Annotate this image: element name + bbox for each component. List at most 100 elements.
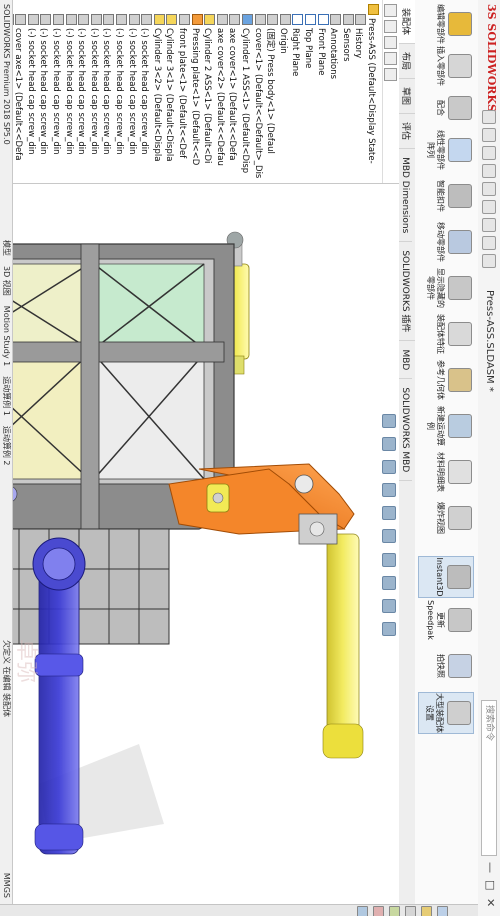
tree-item[interactable]: Annotations <box>328 14 342 79</box>
ribbon-button-edit-component[interactable]: 编辑零部件 <box>420 4 474 44</box>
ribbon-button-speedpak[interactable]: 更新Speedpak <box>420 600 474 640</box>
ribbon-button-snapshot[interactable]: 拍快照 <box>420 646 474 686</box>
tree-item[interactable]: (-) socket head cap screw_din <box>38 14 52 154</box>
cylinder-3-yellow[interactable] <box>298 513 364 759</box>
cm-tab[interactable]: 评估 <box>398 114 415 150</box>
tree-item[interactable]: Sensors <box>341 14 354 62</box>
display-manager-tab-icon[interactable] <box>384 68 397 81</box>
speedpak-icon <box>448 608 472 632</box>
home-icon[interactable] <box>482 110 496 124</box>
feature-tree-tab-icon[interactable] <box>384 4 397 17</box>
command-manager-ribbon: 编辑零部件 插入零部件 配合 线性零部件阵列 智能扣件移动零部件显示隐藏的零部件 装配体特… <box>414 0 478 916</box>
press-assembly-model[interactable]: 卓弥 <box>0 184 399 904</box>
cm-tab[interactable]: 布局 <box>398 44 415 80</box>
tree-item[interactable]: Top Plane <box>303 14 316 68</box>
maximize-button[interactable]: □ <box>484 880 497 890</box>
rebuild-icon[interactable] <box>482 236 496 250</box>
tree-item[interactable]: axe cover<2> (Default<<Defau <box>215 14 228 166</box>
custom-properties-icon[interactable] <box>357 906 368 916</box>
tree-item[interactable]: Right Plane <box>290 14 304 77</box>
dimxpert-tab-icon[interactable] <box>384 52 397 65</box>
tree-item[interactable]: (-) socket head cap screw_din <box>101 14 115 154</box>
tree-item[interactable]: front plate<1> (Default<<Def <box>177 14 190 158</box>
cm-tab[interactable]: 装配体 <box>398 0 415 45</box>
tree-item[interactable]: (-) socket head cap screw_din <box>64 14 77 154</box>
model-view-tab[interactable]: 运动算例 2 <box>2 426 11 466</box>
watermark-text: 卓弥 <box>13 639 38 683</box>
ribbon-button-exploded-view[interactable]: 爆炸视图 <box>420 498 474 538</box>
tree-item[interactable]: Press-ASS (Default<Display State- <box>366 4 379 164</box>
configuration-tab-icon[interactable] <box>384 36 397 49</box>
tree-item[interactable]: Origin <box>278 14 291 54</box>
ribbon-button-new-motion-study[interactable]: 新建运动算例 <box>420 406 474 446</box>
close-button[interactable]: ✕ <box>484 898 497 907</box>
ribbon-button-mate[interactable]: 配合 <box>420 88 474 128</box>
appearances-icon[interactable] <box>373 906 384 916</box>
tree-item[interactable]: (-) socket head cap screw_din <box>114 14 127 154</box>
tree-item[interactable]: Front Plane <box>316 14 329 76</box>
tree-item-label: (-) socket head cap screw_din <box>139 28 150 155</box>
cylinder-3-small-yellow[interactable] <box>206 483 230 513</box>
save-icon[interactable] <box>482 164 496 178</box>
tree-item[interactable]: cover<1> (Default<<Default>_Dis <box>253 14 266 178</box>
status-units[interactable]: MMGS <box>0 873 12 898</box>
cm-tab[interactable]: MBD <box>398 341 412 380</box>
file-explorer-icon[interactable] <box>405 906 416 916</box>
ribbon-button-label: 大型装配体设置 <box>425 693 444 733</box>
ribbon-button-smart-fasteners[interactable]: 智能扣件 <box>420 176 474 216</box>
search-commands-input[interactable]: 搜索命令 <box>481 700 497 856</box>
print-icon[interactable] <box>482 182 496 196</box>
press-base-grid[interactable] <box>0 528 170 645</box>
cylinder-1-blue[interactable] <box>32 537 86 855</box>
tree-item-label: (固定) Press body<1> (Defaul <box>265 28 276 154</box>
open-file-icon[interactable] <box>482 146 496 160</box>
ribbon-button-linear-pattern[interactable]: 线性零部件阵列 <box>420 130 474 170</box>
tree-item[interactable]: Pressing plate<1> (Default<<D <box>190 14 203 165</box>
ribbon-button-large-assembly[interactable]: 大型装配体设置 <box>418 692 474 734</box>
cm-tab[interactable]: MBD Dimensions <box>398 149 412 243</box>
view-palette-icon[interactable] <box>389 906 400 916</box>
tree-item-label: Right Plane <box>290 28 301 77</box>
solidworks-resources-icon[interactable] <box>437 906 448 916</box>
ribbon-button-instant3d[interactable]: Instant3D <box>418 556 474 598</box>
ribbon-button-insert-components[interactable]: 插入零部件 <box>420 46 474 86</box>
tree-item-label: Cylinder 3<1> (Default<Displa <box>164 28 175 162</box>
undo-icon[interactable] <box>482 200 496 214</box>
cm-tab[interactable]: SOLIDWORKS MBD <box>398 379 412 482</box>
model-view-tab[interactable]: 模型 <box>2 240 11 256</box>
cm-tab[interactable]: SOLIDWORKS 插件 <box>398 242 415 342</box>
property-manager-tab-icon[interactable] <box>384 20 397 33</box>
design-library-icon[interactable] <box>421 906 432 916</box>
tree-item[interactable]: axe cover<1> (Default<<Defa <box>227 14 241 161</box>
grey-component-icon <box>279 14 291 25</box>
options-gear-icon[interactable] <box>482 254 496 268</box>
tree-item[interactable]: (固定) Press body<1> (Defaul <box>265 14 279 154</box>
model-view-tab[interactable]: Motion Study 1 <box>2 306 11 366</box>
tree-item[interactable]: (-) socket head cap screw_din <box>76 14 90 154</box>
tree-item[interactable]: Cylinder 1 ASS<1> (Default<Disp <box>240 14 253 173</box>
ribbon-button-move-component[interactable]: 移动零部件 <box>420 222 474 262</box>
select-icon[interactable] <box>482 218 496 232</box>
tree-item[interactable]: (-) socket head cap screw_din <box>139 14 153 155</box>
ribbon-button-show-hidden[interactable]: 显示隐藏的零部件 <box>420 268 474 308</box>
graphics-area[interactable]: 卓弥 <box>0 184 399 904</box>
ribbon-button-assembly-features[interactable]: 装配体特征 <box>420 314 474 354</box>
new-file-icon[interactable] <box>482 128 496 142</box>
tree-item[interactable]: cover axe<1> (Default<<Defa <box>13 14 27 161</box>
tree-item[interactable]: (-) socket head cap screw_din <box>127 14 140 154</box>
tree-item[interactable]: Cylinder 3<2> (Default<Displa <box>152 14 165 161</box>
tree-item[interactable]: History <box>353 14 367 58</box>
model-view-tab[interactable]: 3D 视图 <box>2 266 11 296</box>
tree-item-label: (-) socket head cap screw_din <box>51 28 61 155</box>
tree-item[interactable]: Cylinder 2 ASS<1> (Default<Di <box>202 14 216 163</box>
minimize-button[interactable]: — <box>484 862 497 873</box>
ribbon-button-reference-geometry[interactable]: 参考几何体 <box>420 360 474 400</box>
ribbon-button-bom[interactable]: 材料明细表 <box>420 452 474 492</box>
tree-item[interactable]: (-) socket head cap screw_din <box>89 14 102 154</box>
cm-tab[interactable]: 草图 <box>398 79 415 115</box>
tree-item[interactable]: (-) socket head cap screw_din <box>51 14 64 155</box>
tree-item[interactable]: (-) socket head cap screw_din <box>26 14 39 154</box>
tree-item[interactable]: Cylinder 3<1> (Default<Displa <box>164 14 178 162</box>
plane-component-icon <box>317 14 329 25</box>
model-view-tab[interactable]: 运动算例 1 <box>2 376 11 416</box>
